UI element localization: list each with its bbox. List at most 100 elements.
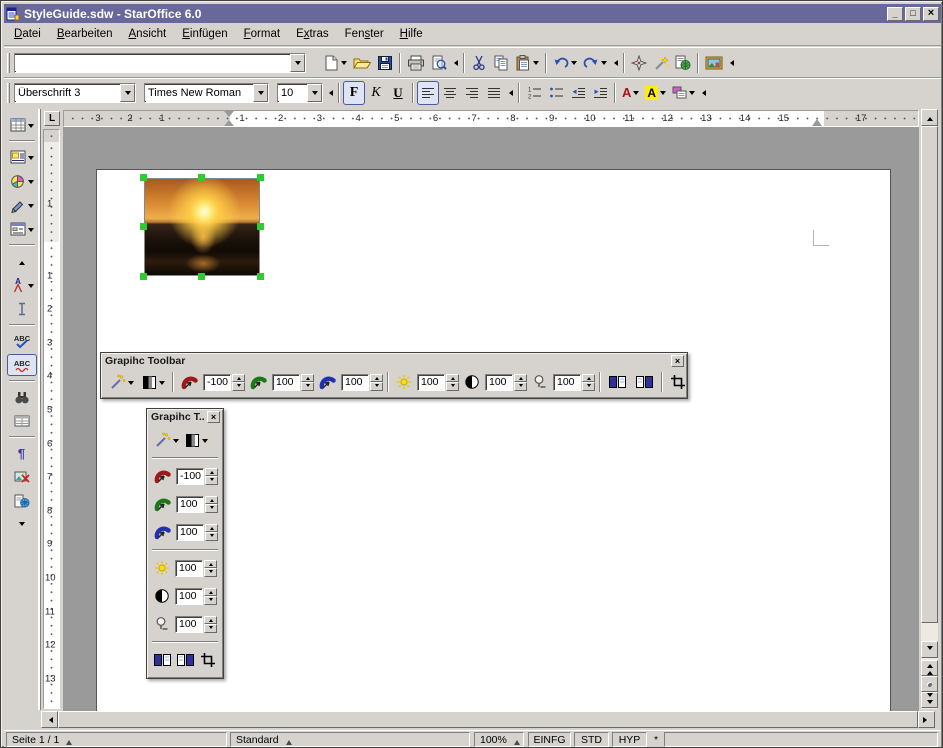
toolbar-more-button[interactable]	[325, 82, 335, 104]
gtv-red-input[interactable]	[176, 468, 204, 485]
dropdown-arrow-icon[interactable]	[601, 57, 607, 68]
menu-item-bearbeiten[interactable]: Bearbeiten	[49, 25, 121, 43]
nonprinting-characters-button[interactable]: ¶	[7, 442, 37, 464]
paragraph-style-input[interactable]	[15, 85, 120, 101]
print-file-button[interactable]	[404, 51, 428, 75]
gt-flip-horizontal-button[interactable]	[605, 370, 630, 394]
dropdown-arrow-icon[interactable]	[28, 280, 34, 291]
undo-button[interactable]	[550, 51, 580, 75]
dropdown-arrow-icon[interactable]	[341, 57, 347, 68]
gtv-red-spin-up-button[interactable]	[205, 468, 218, 477]
scroll-up-button[interactable]	[7, 250, 37, 272]
gt-green-spin-down-button[interactable]	[301, 382, 314, 391]
dropdown-arrow-icon[interactable]	[173, 435, 179, 446]
gtv-brightness-button[interactable]	[151, 556, 173, 580]
gt-gamma-spin-up-button[interactable]	[582, 374, 595, 383]
page-style-field[interactable]: Standard	[230, 732, 470, 747]
insert-frame-button[interactable]	[7, 146, 37, 168]
toolbar-more-button[interactable]	[726, 52, 736, 74]
gtv-graphics-mode-button[interactable]	[182, 428, 211, 452]
gtv-contrast-spin-down-button[interactable]	[204, 596, 217, 605]
minimize-button[interactable]: _	[887, 7, 903, 21]
page-preview-button[interactable]	[428, 51, 450, 75]
gt-gamma-input[interactable]	[553, 374, 581, 391]
align-right-button[interactable]	[461, 81, 483, 105]
gt-green-spin-up-button[interactable]	[301, 374, 314, 383]
menu-item-hilfe[interactable]: Hilfe	[392, 25, 431, 43]
toolbar-more-button[interactable]	[698, 82, 708, 104]
tab-stop-selector[interactable]: L	[44, 111, 60, 126]
gtv-contrast-button[interactable]	[151, 584, 173, 608]
copy-button[interactable]	[490, 51, 512, 75]
gt-red-input[interactable]	[203, 374, 231, 391]
gt-contrast-button[interactable]	[461, 370, 483, 394]
align-center-button[interactable]	[439, 81, 461, 105]
direct-cursor-button[interactable]	[7, 298, 37, 320]
page-number-field[interactable]: Seite 1 / 1	[6, 732, 227, 747]
cut-button[interactable]	[468, 51, 490, 75]
dropdown-arrow-icon[interactable]	[660, 87, 666, 98]
horizontal-scrollbar[interactable]	[41, 711, 935, 728]
toolbar-more-button[interactable]	[505, 82, 515, 104]
font-name-input[interactable]	[145, 85, 253, 101]
bold-button[interactable]: F	[343, 81, 365, 105]
close-button[interactable]: ×	[923, 7, 939, 21]
font-color-button[interactable]: A	[619, 81, 642, 105]
selection-handle-w[interactable]	[140, 223, 147, 230]
redo-button[interactable]	[580, 51, 610, 75]
menu-item-fenster[interactable]: Fenster	[337, 25, 392, 43]
highlighting-button[interactable]: A	[642, 81, 669, 105]
zoom-field[interactable]: 100%	[474, 732, 524, 747]
dropdown-arrow-icon[interactable]	[28, 200, 34, 211]
numbered-list-button[interactable]: 12	[523, 81, 545, 105]
graphic-toolbar-close-button[interactable]: ×	[671, 355, 684, 367]
font-name-dropdown-button[interactable]	[253, 84, 268, 102]
gtv-gamma-button[interactable]	[151, 612, 173, 636]
gt-green-button[interactable]	[247, 370, 270, 394]
gtv-blue-button[interactable]	[151, 520, 174, 544]
dropdown-arrow-icon[interactable]	[202, 435, 208, 446]
graphic-toolbar-floating-titlebar[interactable]: Grapihc T.. ×	[147, 409, 223, 424]
font-size-combobox[interactable]	[277, 83, 323, 103]
scroll-down-button[interactable]	[7, 514, 37, 536]
scroll-up-button[interactable]	[921, 109, 938, 126]
paragraph-style-dropdown-button[interactable]	[120, 84, 135, 102]
gtv-gamma-spin-down-button[interactable]	[204, 624, 217, 633]
gtv-red-spin-down-button[interactable]	[205, 476, 218, 485]
gt-brightness-button[interactable]	[393, 370, 415, 394]
scroll-left-button[interactable]	[41, 711, 58, 728]
scroll-down-button[interactable]	[921, 641, 938, 658]
toolbar-grip[interactable]	[7, 53, 10, 73]
scroll-right-button[interactable]	[918, 711, 935, 728]
gtv-blue-input[interactable]	[176, 524, 204, 541]
menu-item-einfügen[interactable]: Einfügen	[174, 25, 235, 43]
gtv-contrast-spin-up-button[interactable]	[204, 588, 217, 597]
paragraph-style-combobox[interactable]	[14, 83, 136, 103]
horizontal-ruler[interactable]: 32112345678910111213141517	[63, 110, 919, 127]
spellcheck-button[interactable]: ABC	[7, 330, 37, 352]
gtv-gamma-spin-up-button[interactable]	[204, 616, 217, 625]
align-justify-button[interactable]	[483, 81, 505, 105]
dropdown-arrow-icon[interactable]	[571, 57, 577, 68]
align-left-button[interactable]	[417, 81, 439, 105]
dropdown-arrow-icon[interactable]	[633, 87, 639, 98]
selection-mode-field[interactable]: STD	[574, 732, 609, 747]
graphic-toolbar-titlebar[interactable]: Grapihc Toolbar ×	[101, 353, 687, 368]
graphic-toolbar-window[interactable]: Grapihc Toolbar ×	[100, 352, 688, 399]
find-replace-button[interactable]	[7, 386, 37, 408]
gtv-blue-spin-down-button[interactable]	[205, 532, 218, 541]
indent-marker[interactable]	[224, 111, 234, 126]
gallery-button[interactable]	[702, 51, 726, 75]
gt-red-button[interactable]	[178, 370, 201, 394]
gtv-green-button[interactable]	[151, 492, 174, 516]
insert-table-button[interactable]	[7, 114, 37, 136]
gtv-green-spin-down-button[interactable]	[205, 504, 218, 513]
gt-crop-button[interactable]	[667, 370, 689, 394]
dropdown-arrow-icon[interactable]	[28, 120, 34, 131]
gt-green-input[interactable]	[272, 374, 300, 391]
navigator-button[interactable]	[628, 51, 650, 75]
selection-handle-s[interactable]	[198, 273, 205, 280]
dropdown-arrow-icon[interactable]	[128, 377, 134, 388]
increase-indent-button[interactable]	[589, 81, 611, 105]
gtv-brightness-spin-up-button[interactable]	[204, 560, 217, 569]
